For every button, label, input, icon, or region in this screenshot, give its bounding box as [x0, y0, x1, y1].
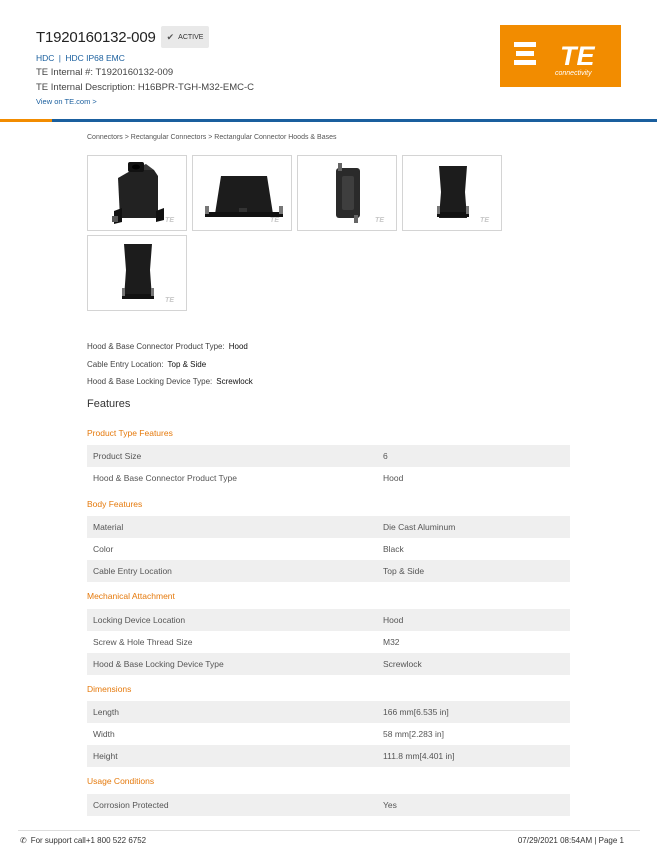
summary-label: Cable Entry Location: [87, 360, 164, 369]
te-watermark: TE [270, 217, 279, 224]
summary-value: Top & Side [167, 360, 207, 369]
breadcrumb: Connectors > Rectangular Connectors > Re… [87, 134, 336, 141]
row-value: Yes [383, 800, 397, 810]
breadcrumb-hoods-bases[interactable]: Rectangular Connector Hoods & Bases [214, 134, 336, 141]
section-usage-conditions: Usage Conditions [87, 776, 155, 786]
table-row: Width 58 mm[2.283 in] [87, 723, 570, 745]
row-value: M32 [383, 637, 400, 647]
table-row: Cable Entry Location Top & Side [87, 560, 570, 582]
summary-product-type: Hood & Base Connector Product Type: Hood [87, 342, 248, 351]
product-image-4[interactable]: TE [402, 155, 502, 231]
view-on-te-link[interactable]: View on TE.com > [36, 97, 97, 106]
row-key: Color [93, 544, 114, 554]
row-key: Hood & Base Locking Device Type [93, 659, 224, 669]
row-value: Hood [383, 615, 404, 625]
breadcrumb-separator: > [208, 134, 213, 141]
section-body-features: Body Features [87, 499, 143, 509]
summary-locking-device: Hood & Base Locking Device Type: Screwloc… [87, 377, 253, 386]
series-link-hdc[interactable]: HDC [36, 53, 54, 63]
table-row: Corrosion Protected Yes [87, 794, 570, 816]
row-key: Material [93, 522, 124, 532]
breadcrumb-connectors[interactable]: Connectors [87, 134, 123, 141]
row-key: Product Size [93, 451, 142, 461]
row-key: Corrosion Protected [93, 800, 169, 810]
product-image-3[interactable]: TE [297, 155, 397, 231]
internal-description: TE Internal Description: H16BPR-TGH-M32-… [36, 82, 255, 93]
table-row: Locking Device Location Hood [87, 609, 570, 631]
table-row: Product Size 6 [87, 445, 570, 467]
table-row: Height 111.8 mm[4.401 in] [87, 745, 570, 767]
row-value: Black [383, 544, 404, 554]
summary-value: Hood [228, 342, 248, 351]
product-image-1[interactable]: TE [87, 155, 187, 231]
row-value: Die Cast Aluminum [383, 522, 456, 532]
row-key: Hood & Base Connector Product Type [93, 473, 237, 483]
breadcrumb-separator: > [124, 134, 129, 141]
svg-text:TE: TE [560, 41, 595, 71]
row-value: 111.8 mm[4.401 in] [383, 751, 455, 761]
table-row: Hood & Base Locking Device Type Screwloc… [87, 653, 570, 675]
te-watermark: TE [375, 217, 384, 224]
footer-date-page: 07/29/2021 08:54AM | Page 1 [517, 836, 624, 845]
table-row: Length 166 mm[6.535 in] [87, 701, 570, 723]
section-mechanical-attachment: Mechanical Attachment [87, 591, 175, 601]
row-key: Locking Device Location [93, 615, 186, 625]
row-key: Cable Entry Location [93, 566, 172, 576]
te-connectivity-logo: TE connectivity [500, 25, 621, 87]
series-link-hdc-ip68-emc[interactable]: HDC IP68 EMC [65, 53, 125, 63]
row-value: Screwlock [383, 659, 422, 669]
row-value: 58 mm[2.283 in] [383, 729, 444, 739]
row-key: Screw & Hole Thread Size [93, 637, 193, 647]
status-badge: ✔ ACTIVE [160, 26, 210, 48]
row-value: 6 [383, 451, 388, 461]
row-value: Hood [383, 473, 404, 483]
summary-label: Hood & Base Connector Product Type: [87, 342, 225, 351]
footer-support: ✆ For support call+1 800 522 6752 [20, 836, 146, 845]
table-row: Screw & Hole Thread Size M32 [87, 631, 570, 653]
table-row: Material Die Cast Aluminum [87, 516, 570, 538]
summary-value: Screwlock [216, 377, 253, 386]
summary-label: Hood & Base Locking Device Type: [87, 377, 213, 386]
document-header: T1920160132-009 ✔ ACTIVE HDC | HDC IP68 … [0, 0, 657, 122]
series-links: HDC | HDC IP68 EMC [36, 53, 125, 63]
row-key: Width [93, 729, 115, 739]
summary-cable-entry: Cable Entry Location: Top & Side [87, 360, 206, 369]
table-row: Hood & Base Connector Product Type Hood [87, 467, 570, 489]
section-product-type-features: Product Type Features [87, 428, 173, 438]
support-phone-text: For support call+1 800 522 6752 [30, 836, 147, 845]
product-image-5[interactable]: TE [87, 235, 187, 311]
svg-text:connectivity: connectivity [555, 70, 592, 77]
footer-divider [18, 830, 640, 831]
title-row: T1920160132-009 ✔ ACTIVE [36, 26, 210, 48]
product-image-2[interactable]: TE [192, 155, 292, 231]
breadcrumb-rectangular-connectors[interactable]: Rectangular Connectors [131, 134, 207, 141]
internal-number: TE Internal #: T1920160132-009 [36, 67, 174, 78]
te-watermark: TE [165, 217, 174, 224]
part-number: T1920160132-009 [36, 28, 156, 46]
status-text: ACTIVE [178, 33, 204, 41]
te-watermark: TE [480, 217, 489, 224]
section-dimensions: Dimensions [87, 684, 132, 694]
features-heading: Features [87, 398, 131, 410]
row-key: Length [93, 707, 119, 717]
table-row: Color Black [87, 538, 570, 560]
series-separator: | [56, 53, 64, 63]
te-logo-mark-icon: TE connectivity [514, 41, 595, 77]
te-watermark: TE [165, 297, 174, 304]
row-key: Height [93, 751, 118, 761]
checkmark-icon: ✔ [166, 31, 175, 42]
header-divider-accent [0, 119, 52, 122]
row-value: 166 mm[6.535 in] [383, 707, 449, 717]
header-divider [0, 119, 657, 122]
phone-icon: ✆ [20, 836, 27, 845]
row-value: Top & Side [383, 566, 425, 576]
